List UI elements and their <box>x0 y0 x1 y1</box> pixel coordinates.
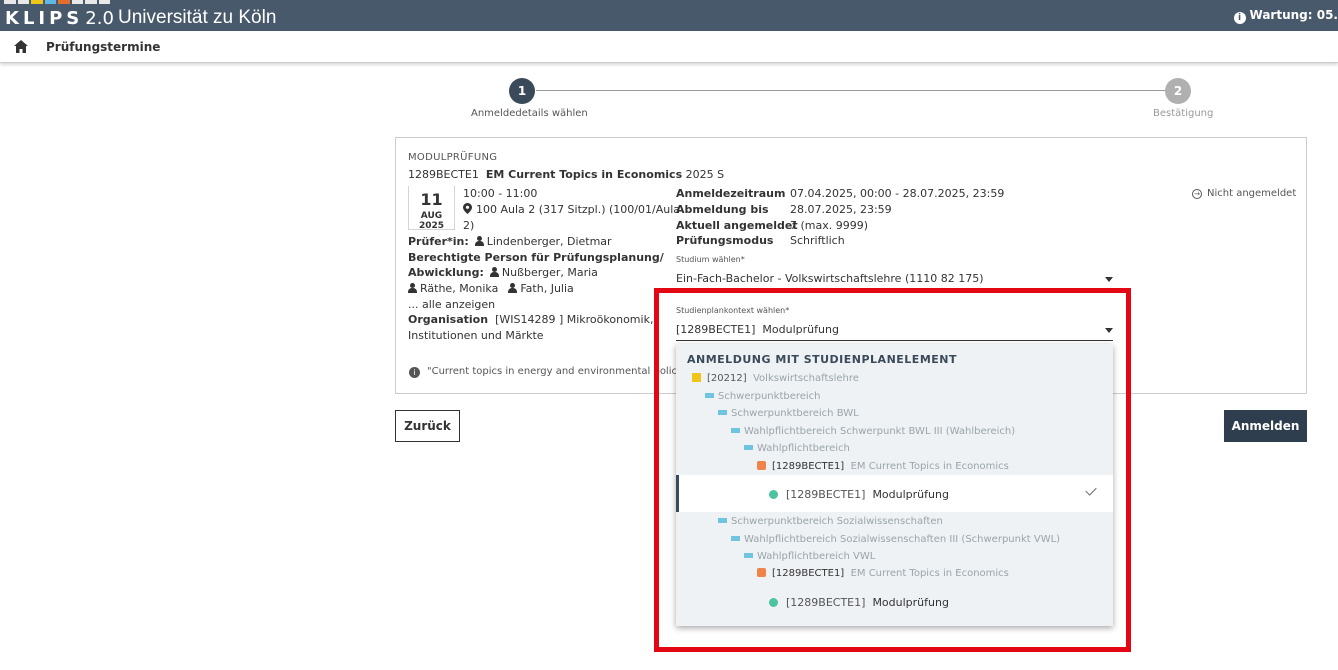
exam-date-month: AUG 2025 <box>418 211 445 231</box>
university-name: Universität zu Köln <box>118 7 277 28</box>
study-select[interactable]: Ein-Fach-Bachelor - Volkswirtschaftslehr… <box>676 272 984 285</box>
exam-room-line2: 2) <box>463 219 475 232</box>
current-value: 7 (max. 9999) <box>790 219 869 232</box>
examiner-name: Lindenberger, Dietmar <box>486 235 612 248</box>
info-icon: i <box>1233 12 1246 24</box>
registration-status: → Nicht angemeldet <box>1192 188 1296 199</box>
klips-logo[interactable]: KLIPS 2.0 <box>0 0 114 31</box>
reg-period-label: Anmeldezeitraum <box>676 187 786 200</box>
responsible-person-2: Räthe, Monika <box>420 282 499 295</box>
info-icon: i <box>409 367 420 378</box>
exam-room: 100 Aula 2 (317 Sitzpl.) (100/01/Aula <box>463 203 680 216</box>
responsible-label-2: Abwicklung: <box>408 266 484 279</box>
map-marker-icon <box>463 203 472 214</box>
exam-code: 1289BECTE1 <box>408 168 479 181</box>
registration-status-text: Nicht angemeldet <box>1207 188 1297 199</box>
arrow-circle-icon: → <box>1192 189 1202 199</box>
exam-title: EM Current Topics in Economics <box>485 168 683 181</box>
study-select-label: Studium wählen* <box>676 255 745 264</box>
exam-heading: 1289BECTE1 EM Current Topics in Economic… <box>408 168 724 181</box>
maintenance-text: Wartung: 05. <box>1249 8 1338 22</box>
register-button[interactable]: Anmelden <box>1224 410 1307 442</box>
responsible-person-3: Fath, Julia <box>520 282 574 295</box>
back-button[interactable]: Zurück <box>395 410 460 442</box>
step-1-indicator: 1 <box>509 78 535 104</box>
show-all-link[interactable]: ... alle anzeigen <box>408 298 495 311</box>
dereg-value: 28.07.2025, 23:59 <box>790 203 892 216</box>
maintenance-notice[interactable]: i Wartung: 05. <box>1233 8 1338 24</box>
top-bar: KLIPS 2.0 Universität zu Köln i Wartung: 0… <box>0 0 1338 31</box>
step-2-label: Bestätigung <box>1153 108 1214 119</box>
organisation-value-line2: Institutionen und Märkte <box>408 329 544 342</box>
logo-text: KLIPS 2.0 <box>5 8 114 29</box>
stepper-line <box>536 90 1166 91</box>
highlight-frame <box>654 288 1131 652</box>
breadcrumb-current[interactable]: Prüfungstermine <box>46 40 160 54</box>
exam-time: 10:00 - 11:00 <box>463 187 538 200</box>
organisation-value: [WIS14289 ] Mikroökonomik, <box>495 313 654 326</box>
responsible-row-2: Räthe, Monika Fath, Julia <box>402 282 574 295</box>
logo-color-strip <box>4 0 110 4</box>
step-2-indicator: 2 <box>1165 78 1191 104</box>
exam-date-day: 11 <box>420 190 443 209</box>
breadcrumb-bar: Prüfungstermine <box>0 31 1338 63</box>
person-icon <box>489 267 499 277</box>
exam-date-box: 11 AUG 2025 <box>408 186 455 231</box>
home-icon[interactable] <box>14 40 28 53</box>
person-icon <box>408 283 417 293</box>
responsible-person-1: Nußberger, Maria <box>501 266 598 279</box>
exam-room-line1: 100 Aula 2 (317 Sitzpl.) (100/01/Aula <box>476 203 680 216</box>
responsible-label: Berechtigte Person für Prüfungsplanung/ <box>408 251 664 264</box>
current-label: Aktuell angemeldet <box>676 219 798 232</box>
responsible-row-1: Abwicklung: Nußberger, Maria <box>408 266 598 279</box>
examiner-row: Prüfer*in: Lindenberger, Dietmar <box>408 235 612 248</box>
exam-semester: 2025 S <box>685 168 725 181</box>
dereg-label: Abmeldung bis <box>676 203 769 216</box>
reg-period-value: 07.04.2025, 00:00 - 28.07.2025, 23:59 <box>790 187 1005 200</box>
examiner-label: Prüfer*in: <box>408 235 469 248</box>
step-1-label: Anmeldedetails wählen <box>471 108 588 119</box>
chevron-down-icon[interactable] <box>1105 277 1113 282</box>
mode-label: Prüfungsmodus <box>676 234 774 247</box>
person-icon <box>508 283 518 293</box>
organisation-row: Organisation [WIS14289 ] Mikroökonomik, <box>408 313 653 326</box>
mode-value: Schriftlich <box>790 234 845 247</box>
person-icon <box>474 236 484 246</box>
organisation-label: Organisation <box>408 313 489 326</box>
exam-type: MODULPRÜFUNG <box>408 152 498 163</box>
